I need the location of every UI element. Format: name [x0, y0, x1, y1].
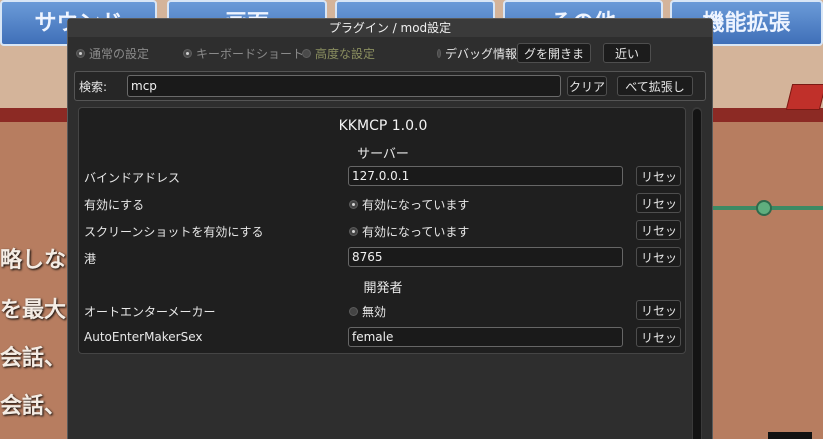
clear-search-button[interactable]: クリア [567, 76, 607, 96]
category-header-developer: 開発者 [363, 281, 403, 296]
port-input[interactable] [348, 247, 623, 267]
radio-dot-icon [349, 200, 358, 209]
tab-advanced-settings[interactable]: 高度な設定 [302, 45, 375, 62]
debug-info-toggle[interactable]: デバッグ情報 [437, 45, 517, 62]
auto-enter-maker-toggle-label: 無効 [362, 305, 387, 319]
category-header-server: サーバー [357, 147, 409, 162]
plugin-name: KKMCP 1.0.0 [338, 118, 428, 134]
radio-dot-icon [302, 48, 312, 58]
radio-dot-icon [349, 307, 358, 316]
close-button[interactable]: 近い [603, 43, 652, 63]
background-dark-block [768, 432, 812, 439]
auto-enter-maker-sex-input[interactable] [348, 327, 623, 347]
debug-info-label: デバッグ情報 [445, 46, 518, 61]
plugin-section-kkmcp: KKMCP 1.0.0 サーバー バインドアドレス リセット 有効にする 有効に… [78, 107, 686, 354]
window-title: プラグイン / mod設定 [68, 19, 712, 37]
expand-all-button[interactable]: べて拡張し [617, 76, 693, 96]
reset-button[interactable]: リセット [636, 327, 681, 347]
radio-dot-icon [183, 48, 193, 58]
tab-keyboard-shortcuts-label: キーボードショート [196, 46, 305, 61]
scrollbar-thumb[interactable] [693, 109, 701, 439]
tab-normal-settings-label: 通常の設定 [89, 46, 150, 61]
settings-content: KKMCP 1.0.0 サーバー バインドアドレス リセット 有効にする 有効に… [78, 107, 686, 439]
bind-address-input[interactable] [348, 166, 623, 186]
setting-label-auto-enter-maker-sex: AutoEnterMakerSex [84, 330, 203, 344]
screenshot-toggle-label: 有効になっています [362, 225, 470, 239]
setting-label-auto-enter-maker: オートエンターメーカー [84, 305, 216, 319]
search-input[interactable] [127, 75, 561, 97]
screenshot-toggle[interactable]: 有効になっています [349, 223, 469, 240]
auto-enter-maker-toggle[interactable]: 無効 [349, 303, 386, 320]
background-text-3: 会話、 [0, 346, 67, 371]
background-red-marker [785, 84, 823, 110]
enable-toggle[interactable]: 有効になっています [349, 196, 469, 213]
background-slider-knob[interactable] [756, 200, 772, 216]
reset-button[interactable]: リセット [636, 247, 681, 267]
reset-button[interactable]: リセット [636, 220, 681, 240]
radio-dot-icon [76, 48, 85, 58]
setting-label-enable: 有効にする [84, 198, 145, 212]
enable-toggle-label: 有効になっています [362, 198, 470, 212]
open-log-button[interactable]: グを開きま [517, 43, 592, 63]
reset-button[interactable]: リセット [636, 300, 681, 320]
radio-dot-icon [349, 227, 358, 236]
setting-label-screenshot: スクリーンショットを有効にする [84, 225, 264, 239]
background-text-4: 会話、 [0, 394, 67, 419]
tab-normal-settings[interactable]: 通常の設定 [76, 45, 149, 62]
search-bar: 検索: クリア べて拡張し [74, 71, 706, 101]
plugin-settings-window: プラグイン / mod設定 通常の設定 キーボードショート 高度な設定 デバッグ… [67, 18, 713, 439]
setting-label-bind-address: バインドアドレス [84, 171, 181, 185]
background-text-2: を最大 [0, 298, 67, 323]
tab-keyboard-shortcuts[interactable]: キーボードショート [183, 45, 304, 62]
setting-label-port: 港 [84, 252, 97, 266]
reset-button[interactable]: リセット [636, 166, 681, 186]
vertical-scrollbar[interactable] [692, 107, 702, 439]
reset-button[interactable]: リセット [636, 193, 681, 213]
checkbox-icon [437, 48, 442, 58]
tab-advanced-settings-label: 高度な設定 [315, 46, 376, 61]
settings-tab-row: 通常の設定 キーボードショート 高度な設定 デバッグ情報 グを開きま 近い [76, 41, 706, 65]
